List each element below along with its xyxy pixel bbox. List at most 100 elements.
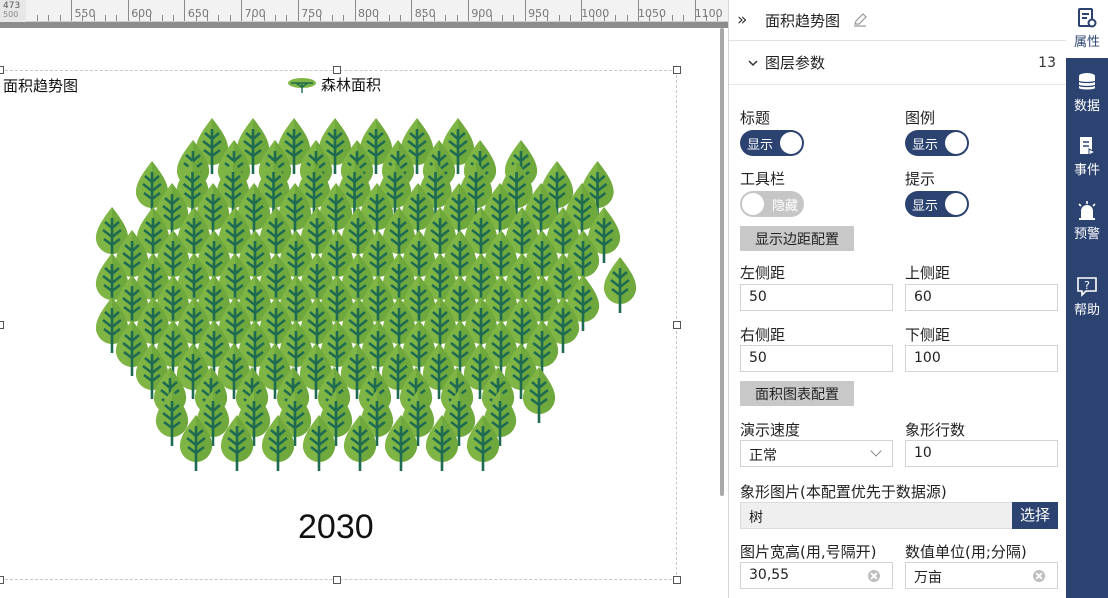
ruler-tick	[445, 15, 447, 21]
rail-item-event[interactable]: 事件	[1066, 128, 1108, 186]
event-icon	[1080, 137, 1097, 156]
tooltip-toggle[interactable]: 显示	[905, 191, 969, 217]
size-label: 图片宽高(用,号隔开)	[740, 543, 877, 561]
properties-icon	[1078, 8, 1097, 28]
ruler-tick	[36, 15, 38, 21]
rail-label-help: 帮助	[1073, 303, 1100, 318]
ruler-label: 750	[301, 7, 323, 20]
ruler-tick	[229, 15, 231, 21]
toolbar-toggle-text: 隐藏	[771, 199, 798, 214]
ruler-tick	[173, 15, 175, 21]
rail-item-data[interactable]: 数据	[1066, 64, 1108, 122]
left-margin-label: 左侧距	[740, 264, 786, 282]
resize-handle-top[interactable]	[333, 66, 341, 74]
title-toggle[interactable]: 显示	[740, 130, 804, 156]
ruler-tick	[388, 15, 390, 21]
image-label: 象形图片(本配置优先于数据源)	[740, 483, 947, 501]
resize-handle-top-left[interactable]	[0, 66, 4, 74]
legend-label: 森林面积	[321, 76, 382, 94]
bottom-margin-label: 下侧距	[905, 326, 951, 344]
rail-label-alarm: 预警	[1073, 227, 1100, 242]
rows-input[interactable]: 10	[905, 440, 1058, 467]
top-margin-label: 上侧距	[905, 264, 951, 282]
speed-select[interactable]: 正常	[740, 440, 893, 467]
right-margin-input[interactable]: 50	[740, 345, 893, 372]
left-margin-input[interactable]: 50	[740, 284, 893, 311]
design-canvas[interactable]: 550 600 650 700 750 800 850 900 950 1000 1050 1100 …	[0, 0, 728, 598]
ruler-tick	[513, 15, 515, 21]
size-input[interactable]: 30,55	[740, 562, 893, 589]
top-margin-input[interactable]: 60	[905, 284, 1058, 311]
ruler-tick	[105, 15, 107, 21]
ruler-tick	[343, 15, 345, 21]
ruler-tick	[275, 15, 277, 21]
speed-select-value: 正常	[749, 448, 777, 464]
ruler-tick	[331, 15, 333, 21]
chevron-down-icon	[870, 445, 882, 457]
ruler-tick	[569, 15, 571, 21]
margin-config-button[interactable]: 显示边距配置	[740, 226, 854, 251]
ruler-tick	[127, 0, 129, 21]
ruler-tick	[683, 15, 685, 21]
resize-handle-top-right[interactable]	[673, 66, 681, 74]
ruler-tick	[354, 0, 356, 21]
legend-field-label: 图例	[905, 109, 936, 127]
title-label: 标题	[740, 109, 771, 127]
title-toggle-text: 显示	[747, 138, 774, 153]
ruler-tick	[672, 15, 674, 21]
ruler-label: 850	[414, 7, 436, 20]
rail-item-properties[interactable]: 属性	[1066, 0, 1108, 58]
properties-panel: » 面积趋势图 图层参数 13 标题 显示 图例 显示 工具栏 隐藏 提示 显示…	[728, 0, 1066, 598]
horizontal-ruler[interactable]: 550 600 650 700 750 800 850 900 950 1000 1050 1100	[0, 0, 728, 22]
area-config-button[interactable]: 面积图表配置	[740, 381, 854, 406]
rail-item-help[interactable]: ? 帮助	[1066, 268, 1108, 326]
legend-toggle-text: 显示	[912, 138, 939, 153]
ruler-label: 1050	[638, 7, 666, 20]
canvas-vertical-scrollbar[interactable]	[720, 28, 724, 496]
tree-pictogram	[603, 257, 637, 313]
resize-handle-bottom-left[interactable]	[0, 576, 4, 584]
resize-handle-bottom[interactable]	[333, 576, 341, 584]
image-input[interactable]: 树	[740, 502, 1058, 529]
ruler-tick	[558, 15, 560, 21]
ruler-label: 650	[187, 7, 209, 20]
rail-label-event: 事件	[1073, 163, 1100, 178]
rows-label: 象形行数	[905, 421, 966, 439]
ruler-label: 600	[131, 7, 153, 20]
ruler-label: 550	[74, 7, 96, 20]
section-count: 13	[1038, 54, 1056, 71]
ruler-tick	[501, 15, 503, 21]
tooltip-label: 提示	[905, 170, 936, 188]
canvas-top-band	[0, 22, 728, 28]
resize-handle-bottom-right[interactable]	[673, 576, 681, 584]
ruler-tick	[456, 15, 458, 21]
toolbar-toggle[interactable]: 隐藏	[740, 191, 804, 217]
unit-input[interactable]: 万亩	[905, 562, 1058, 589]
year-label: 2030	[298, 508, 374, 546]
speed-label: 演示速度	[740, 421, 801, 439]
edit-title-icon[interactable]	[852, 12, 868, 28]
ruler-tick	[626, 15, 628, 21]
toolbar-label: 工具栏	[740, 170, 786, 188]
pictorial-forest	[95, 118, 637, 471]
chart-title: 面积趋势图	[3, 77, 79, 95]
panel-title: 面积趋势图	[765, 11, 841, 30]
legend-toggle[interactable]: 显示	[905, 130, 969, 156]
chart-legend[interactable]: 森林面积	[287, 74, 381, 95]
clear-icon[interactable]	[1033, 570, 1045, 582]
database-icon	[1078, 73, 1096, 90]
rail-item-alarm[interactable]: 预警	[1066, 192, 1108, 250]
unit-label: 数值单位(用;分隔)	[905, 543, 1027, 561]
layer-params-section-header[interactable]: 图层参数 13	[729, 41, 1066, 85]
bottom-margin-input[interactable]: 100	[905, 345, 1058, 372]
collapse-panel-icon[interactable]: »	[737, 10, 765, 30]
ruler-label: 900	[471, 7, 493, 20]
ruler-corner-bottom: 500	[3, 10, 19, 19]
tree-legend-icon	[288, 77, 316, 93]
ruler-tick	[184, 0, 186, 21]
ruler-label: 1000	[581, 7, 610, 20]
clear-icon[interactable]	[868, 570, 880, 582]
tooltip-toggle-text: 显示	[912, 199, 939, 214]
image-select-button[interactable]: 选择	[1012, 502, 1058, 529]
app-root: 550 600 650 700 750 800 850 900 950 1000 1050 1100 …	[0, 0, 1108, 598]
